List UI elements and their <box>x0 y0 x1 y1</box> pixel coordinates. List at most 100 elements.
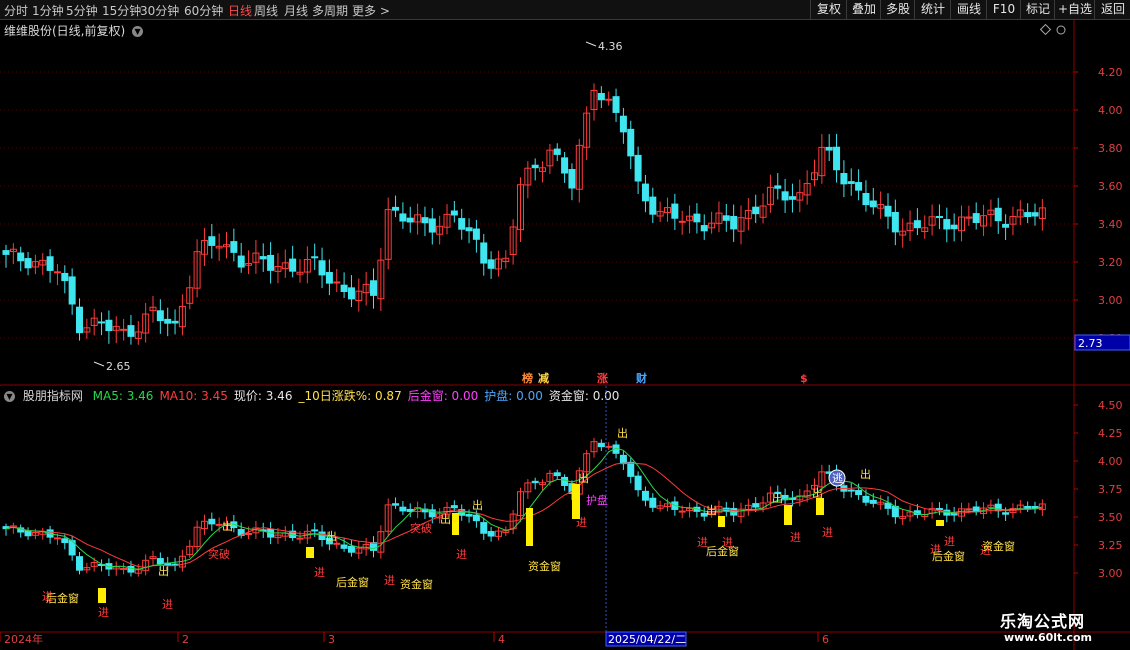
signal-zi: 资金窗 <box>400 577 433 591</box>
signal-hou: 后金窗 <box>46 591 79 605</box>
main-candle <box>1031 212 1039 217</box>
signal-jin: 进 <box>384 574 395 587</box>
indicator-candle <box>24 530 32 537</box>
indicator-candle <box>862 495 870 503</box>
event-marker: 榜 <box>522 371 533 385</box>
main-candle <box>230 241 238 253</box>
period-tab[interactable]: 15分钟 <box>102 2 141 19</box>
indicator-axis-label: 4.50 <box>1098 399 1123 412</box>
price-axis-label: 3.60 <box>1098 180 1123 193</box>
diamond-icon <box>1039 23 1052 36</box>
toolbar-button[interactable]: 返回 <box>1094 0 1130 19</box>
signal-jin: 进 <box>944 535 955 548</box>
main-candle <box>98 321 106 324</box>
signal-tp: 突破 <box>208 547 230 561</box>
main-candle <box>605 98 613 101</box>
high-pointer <box>585 41 597 47</box>
main-candle <box>120 328 128 331</box>
indicator-candle <box>450 505 458 509</box>
indicator-candle <box>399 506 407 512</box>
indicator-candle <box>1024 505 1032 510</box>
signal-bar <box>526 508 533 546</box>
main-candle <box>913 220 921 229</box>
period-tab[interactable]: 5分钟 <box>66 2 98 19</box>
main-candle <box>53 271 61 274</box>
main-candle <box>847 181 855 184</box>
toolbar-button[interactable]: 叠加 <box>846 0 881 19</box>
period-tab[interactable]: 60分钟 <box>184 2 223 19</box>
indicator-candle <box>847 489 855 492</box>
signal-tp: 突破 <box>410 521 432 535</box>
toolbar-button[interactable]: 统计 <box>914 0 951 19</box>
main-candle <box>568 169 576 189</box>
indicator-candle <box>597 442 605 448</box>
main-candle <box>788 196 796 200</box>
toolbar-button[interactable]: 复权 <box>810 0 847 19</box>
main-candle <box>678 220 686 223</box>
main-candle <box>487 259 495 269</box>
toolbar-button[interactable]: 多股 <box>880 0 915 19</box>
indicator-candle <box>891 505 899 518</box>
low-price-label: 2.65 <box>106 360 131 373</box>
indicator-candle <box>333 542 341 545</box>
main-candle <box>237 255 245 268</box>
toolbar-button[interactable]: F10 <box>986 0 1021 19</box>
date-label: 6 <box>822 633 829 646</box>
signal-bar <box>936 520 944 526</box>
main-candle <box>2 250 10 255</box>
period-tab[interactable]: 多周期 <box>312 2 348 19</box>
indicator-candle <box>641 490 649 501</box>
signal-jin: 进 <box>98 606 109 619</box>
indicator-candle <box>61 538 69 544</box>
toolbar-button[interactable]: 标记 <box>1020 0 1055 19</box>
low-pointer <box>93 361 105 367</box>
circle-icon <box>1056 25 1066 35</box>
main-candle <box>370 280 377 296</box>
main-candle <box>722 215 730 221</box>
main-candle <box>840 173 848 185</box>
main-candle <box>406 217 414 223</box>
main-candle <box>17 252 25 262</box>
period-toolbar: 分时 1分钟 5分钟 15分钟 30分钟 60分钟 日线 周线 月线 多周期 更多 > 复权 叠加 多股… <box>0 0 1130 20</box>
signal-bar <box>98 588 106 603</box>
period-tab[interactable]: 1分钟 <box>32 2 64 19</box>
watermark-title: 乐淘公式网 <box>1000 612 1086 631</box>
indicator-candle <box>370 542 377 551</box>
indicator-candle <box>245 532 253 535</box>
signal-tao: 逃 <box>832 472 843 485</box>
main-candle <box>61 272 69 282</box>
period-tab[interactable]: 更多 > <box>352 2 390 19</box>
period-tab[interactable]: 日线 <box>228 2 252 19</box>
signal-chu: 出 <box>578 471 589 485</box>
toolbar-button[interactable]: +自选 <box>1054 0 1095 19</box>
signal-chu: 出 <box>772 491 783 505</box>
main-candle <box>627 128 635 157</box>
indicator-candle <box>208 518 216 525</box>
main-candle <box>671 203 679 219</box>
event-marker: 减 <box>538 371 549 385</box>
signal-jin: 进 <box>456 548 467 561</box>
signal-hou: 后金窗 <box>706 544 739 558</box>
main-candle <box>311 256 319 259</box>
indicator-candle <box>1002 512 1010 515</box>
period-tab[interactable]: 周线 <box>254 2 278 19</box>
period-tab[interactable]: 月线 <box>284 2 308 19</box>
kline-chart[interactable]: 4.204.003.803.603.403.203.002.802.734.50… <box>0 20 1130 650</box>
main-candle <box>833 146 841 171</box>
indicator-candle <box>634 475 642 491</box>
main-candle <box>421 217 429 224</box>
main-candle <box>333 281 341 284</box>
signal-chu: 出 <box>860 467 871 481</box>
main-candle <box>76 306 83 334</box>
period-tab[interactable]: 30分钟 <box>140 2 179 19</box>
indicator-candle <box>627 461 635 477</box>
indicator-candle <box>347 545 355 553</box>
signal-jin: 进 <box>162 598 173 611</box>
period-tab[interactable]: 分时 <box>4 2 28 19</box>
main-candle <box>127 325 135 337</box>
main-candle <box>450 210 458 216</box>
signal-chu: 出 <box>472 498 483 512</box>
main-candle <box>825 146 833 151</box>
main-candle <box>634 154 642 182</box>
toolbar-button[interactable]: 画线 <box>950 0 987 19</box>
